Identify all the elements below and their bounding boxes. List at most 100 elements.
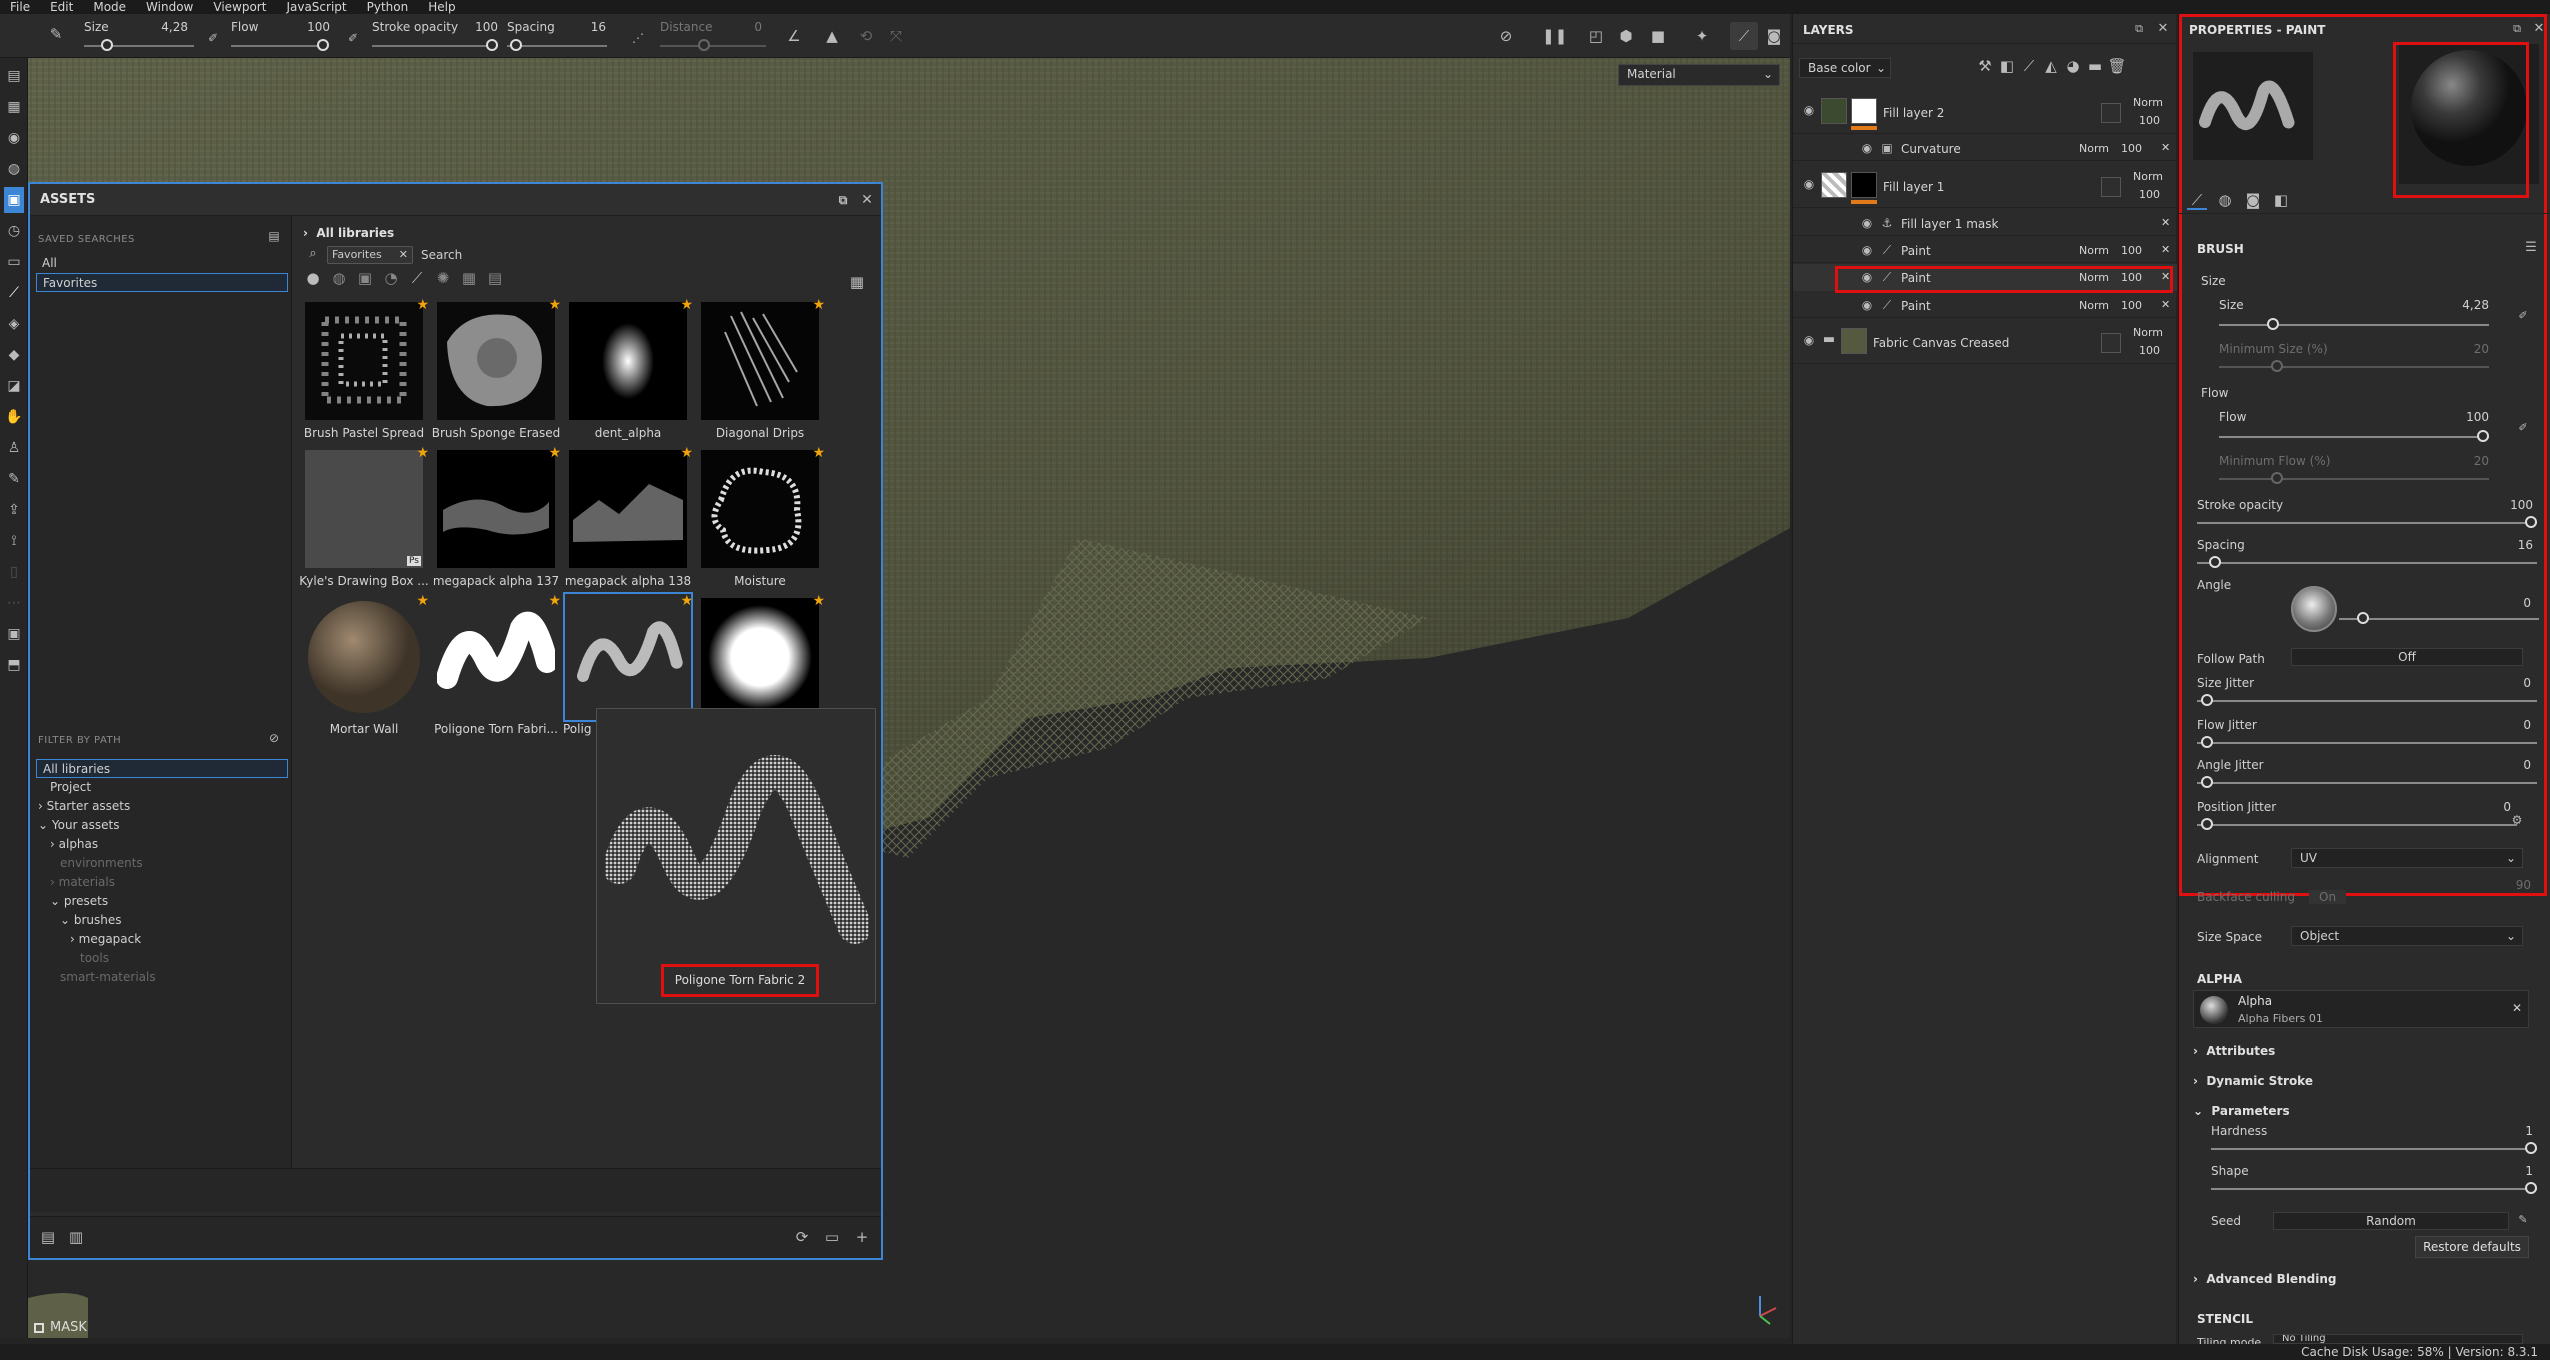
grid-filter-icon[interactable]: ▦	[459, 268, 479, 288]
eye-icon[interactable]: ◉	[1857, 240, 1877, 260]
hardness-value[interactable]: 1	[2483, 1124, 2533, 1138]
add-mask-icon[interactable]: ◧	[1997, 56, 2017, 76]
favorites-filter-chip[interactable]: Favorites ✕	[327, 246, 413, 264]
shape-slider[interactable]	[2211, 1188, 2537, 1190]
follow-path-toggle[interactable]: Off	[2291, 648, 2523, 666]
size-jitter-value[interactable]: 0	[2481, 676, 2531, 690]
menu-help[interactable]: Help	[418, 0, 465, 14]
toolbar-flow-slider[interactable]	[231, 45, 327, 47]
symmetry-icon[interactable]: ▲	[822, 26, 842, 46]
layer-fill-2[interactable]: ◉ Fill layer 2 Norm 100	[1793, 90, 2177, 134]
pen-pressure-icon[interactable]: ✐	[203, 28, 223, 48]
layer-blend-mode[interactable]: Norm	[2133, 96, 2163, 109]
effect-curvature[interactable]: ◉ ▣ Curvature Norm 100 ✕	[1793, 135, 2177, 161]
favorite-star-icon[interactable]: ★	[548, 298, 561, 312]
size-slider[interactable]	[2219, 324, 2489, 326]
layer-mask-box[interactable]	[2101, 333, 2121, 353]
export-icon[interactable]: ⬒	[4, 652, 24, 678]
backface-culling-toggle[interactable]: On	[2309, 890, 2347, 904]
flow-jitter-slider[interactable]	[2197, 742, 2537, 744]
spacing-knob[interactable]	[2209, 556, 2221, 568]
brush-tab-icon[interactable]: ⟋	[2187, 190, 2207, 210]
tree-smart-materials[interactable]: smart-materials	[36, 968, 288, 987]
shader-settings-icon[interactable]: ◍	[4, 156, 24, 182]
spacing-slider[interactable]	[2197, 562, 2537, 564]
flow-value[interactable]: 100	[2439, 410, 2489, 424]
toolbar-stroke-slider[interactable]	[372, 45, 498, 47]
hide-icon[interactable]: ⊘	[1496, 26, 1516, 46]
paint-row-3[interactable]: ◉ ⟋ Paint Norm 100 ✕	[1793, 292, 2177, 318]
tree-environments[interactable]: environments	[36, 854, 288, 873]
pen-pressure-icon[interactable]: ✐	[2513, 418, 2533, 438]
toolbar-flow-knob[interactable]	[317, 39, 329, 51]
list-view-icon[interactable]: ▤	[38, 1227, 58, 1247]
eye-icon[interactable]: ◉	[1857, 213, 1877, 233]
screenshot-icon[interactable]: ◙	[1764, 26, 1784, 46]
seed-field[interactable]: Random	[2273, 1212, 2509, 1230]
color-picker-icon[interactable]: ✎	[4, 466, 24, 492]
hide-filter-icon[interactable]: ⊘	[264, 728, 284, 748]
detail-view-icon[interactable]: ▥	[66, 1227, 86, 1247]
size-jitter-knob[interactable]	[2201, 694, 2213, 706]
stroke-opacity-value[interactable]: 100	[2483, 498, 2533, 512]
remove-icon[interactable]: ✕	[2161, 298, 2170, 311]
eye-icon[interactable]: ◉	[1857, 138, 1877, 158]
annotation-icon[interactable]: ▯	[4, 559, 24, 585]
tree-presets[interactable]: ⌄ presets	[36, 892, 288, 911]
add-icon[interactable]: +	[852, 1227, 872, 1247]
angle-jitter-knob[interactable]	[2201, 776, 2213, 788]
add-smart-material-icon[interactable]: ◕	[2063, 56, 2083, 76]
angle-slider[interactable]	[2339, 618, 2539, 620]
favorite-star-icon[interactable]: ★	[812, 298, 825, 312]
stencil-tab-icon[interactable]: ◧	[2271, 190, 2291, 210]
mask-checkbox[interactable]	[34, 1322, 44, 1333]
close-icon[interactable]: ✕	[2153, 19, 2173, 39]
flow-slider[interactable]	[2219, 436, 2489, 438]
parameters-section[interactable]: ⌄ Parameters	[2193, 1104, 2290, 1118]
hardness-knob[interactable]	[2525, 1142, 2537, 1154]
saved-search-favorites[interactable]: Favorites	[36, 273, 288, 292]
flow-jitter-knob[interactable]	[2201, 736, 2213, 748]
shape-knob[interactable]	[2525, 1182, 2537, 1194]
tree-starter-assets[interactable]: › Starter assets	[36, 797, 288, 816]
remove-icon[interactable]: ✕	[2512, 1001, 2522, 1015]
effect-opacity[interactable]: 100	[2121, 142, 2142, 155]
camera-icon[interactable]: ■	[1648, 26, 1668, 46]
flow-jitter-value[interactable]: 0	[2481, 718, 2531, 732]
tree-alphas[interactable]: › alphas	[36, 835, 288, 854]
close-icon[interactable]: ✕	[399, 247, 408, 263]
history-icon[interactable]: ◷	[4, 218, 24, 244]
tree-megapack[interactable]: › megapack	[36, 930, 288, 949]
mask-indicator[interactable]: MASK	[34, 1320, 87, 1335]
asset-thumb-poligone-torn-fabric-2[interactable]: ★	[563, 592, 693, 722]
asset-thumb-dent-alpha[interactable]: ★	[569, 298, 693, 420]
layer-blend-mode[interactable]: Norm	[2133, 326, 2163, 339]
saved-search-all[interactable]: All	[36, 254, 288, 273]
asset-thumb-moisture[interactable]: ★	[701, 446, 825, 568]
brush-filter-icon[interactable]: ⟋	[407, 268, 427, 288]
layer-opacity[interactable]: 100	[2139, 344, 2160, 357]
flow-slider-knob[interactable]	[2477, 430, 2489, 442]
attributes-section[interactable]: › Attributes	[2193, 1044, 2275, 1058]
polygon-fill-icon[interactable]: ◪	[4, 373, 24, 399]
paint-opacity[interactable]: 100	[2121, 244, 2142, 257]
menu-edit[interactable]: Edit	[40, 0, 83, 14]
tiling-mode-dropdown[interactable]: No Tiling	[2273, 1334, 2523, 1344]
asset-thumb-mortar-wall[interactable]: ★	[305, 594, 429, 716]
eye-icon[interactable]: ◉	[1857, 295, 1877, 315]
menu-window[interactable]: Window	[136, 0, 203, 14]
settings-gear-icon[interactable]: ⚙	[2507, 810, 2527, 830]
mask-row[interactable]: ◉ ⚓ Fill layer 1 mask ✕	[1793, 210, 2177, 236]
remove-icon[interactable]: ✕	[2161, 216, 2170, 229]
mirror-icon[interactable]: ⟲	[856, 26, 876, 46]
alignment-dropdown[interactable]: UV ⌄	[2291, 848, 2523, 868]
toolbar-stroke-value[interactable]: 100	[458, 20, 498, 34]
undock-icon[interactable]: ⧉	[2129, 19, 2149, 39]
paint-row-1[interactable]: ◉ ⟋ Paint Norm 100 ✕	[1793, 237, 2177, 263]
position-jitter-knob[interactable]	[2201, 818, 2213, 830]
texture-set-icon[interactable]: ▦	[4, 94, 24, 120]
position-jitter-value[interactable]: 0	[2461, 800, 2511, 814]
iray-icon[interactable]: ✦	[1692, 26, 1712, 46]
asset-thumb-brush-pastel-spread[interactable]: ★	[305, 298, 429, 420]
layer-mask-box[interactable]	[2101, 177, 2121, 197]
